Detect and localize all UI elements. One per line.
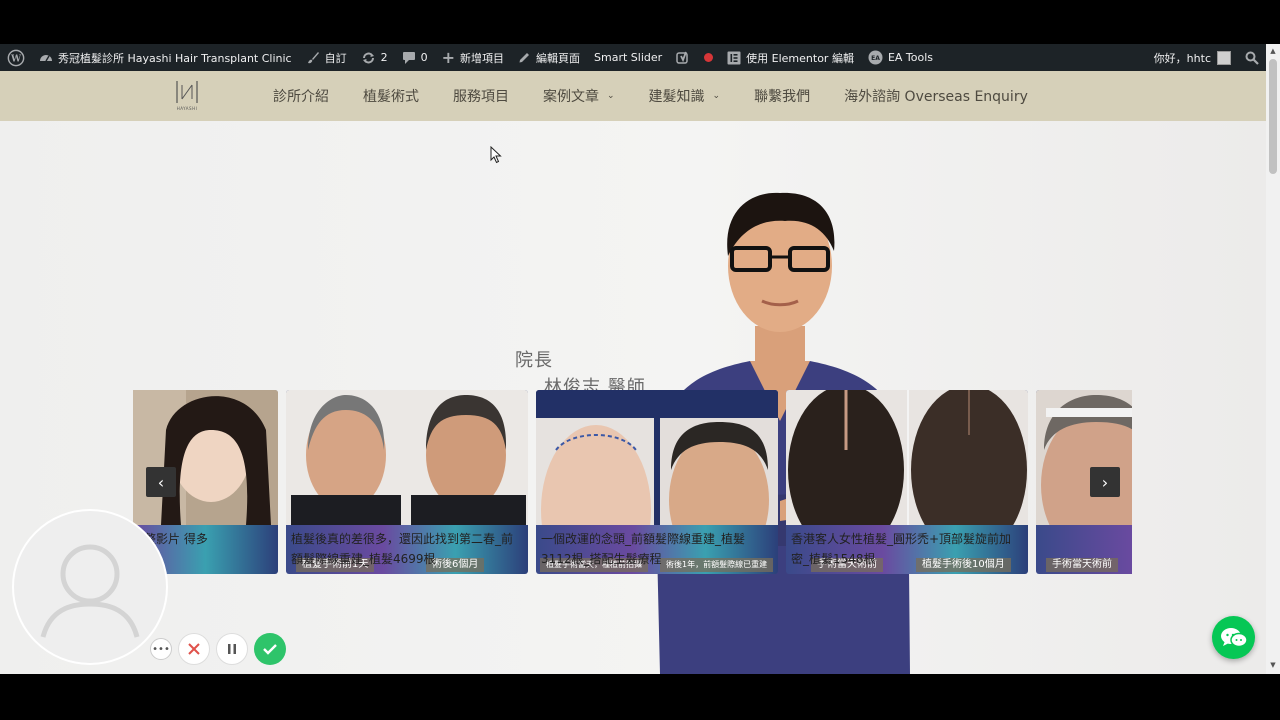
slider-prev-button[interactable]: ‹ [146,467,176,497]
logo-text: HAYASHI [176,106,198,111]
chevron-right-icon: › [1101,472,1109,492]
avatar [1217,50,1231,65]
pencil-icon [518,51,531,64]
nav-item-cases[interactable]: 案例文章 ⌄ [526,86,632,106]
yoast-seo-icon[interactable] [669,44,697,71]
nav-label: 海外諮詢 Overseas Enquiry [844,89,1028,105]
customize-link[interactable]: 自訂 [299,44,354,71]
logo-mark-icon [176,81,198,103]
nav-label: 服務項目 [453,89,509,105]
elementor-edit-link[interactable]: 使用 Elementor 編輯 [720,44,861,71]
plus-icon: + [441,48,456,67]
nav-label: 植髮術式 [363,89,419,105]
wp-admin-bar: W 秀冠植髮診所 Hayashi Hair Transplant Clinic … [0,44,1266,71]
chat-bubbles-icon [1220,627,1248,647]
pause-recording-button[interactable] [216,633,248,665]
updates-count: 2 [380,51,388,64]
svg-text:W: W [10,54,22,64]
site-header: HAYASHI 診所介紹 植髮術式 服務項目 案例文章 ⌄ 建髮知識 ⌄ 聯繫我們 … [0,71,1266,121]
case-title [1041,529,1132,571]
nav-label: 建髮知識 [648,89,705,105]
account-menu[interactable]: 你好，hhtc [1147,44,1238,71]
case-photo [1036,390,1132,525]
case-slider: 例_手術前後完整影片 得多 植髮手術前1天 術後6個月 植髮後真的差很多，還因此… [133,390,1132,575]
chevron-down-icon: ⌄ [712,91,721,101]
case-photo [536,390,778,525]
recording-controls: ••• [150,633,292,665]
comments-link[interactable]: 0 [395,44,435,71]
browser-viewport: W 秀冠植髮診所 Hayashi Hair Transplant Clinic … [0,44,1280,674]
case-card[interactable]: 手術當天術前 植髮手術後10個月 香港客人女性植髮_圓形禿+頂部髮旋前加密_植髮… [786,390,1028,574]
scroll-up-icon[interactable]: ▲ [1269,47,1277,55]
customize-label: 自訂 [324,51,347,65]
smart-slider-link[interactable]: Smart Slider [587,44,669,71]
case-photo [786,390,1028,525]
nav-label: 案例文章 [543,89,599,105]
comments-count: 0 [420,51,428,64]
cancel-recording-button[interactable] [178,633,210,665]
brush-icon [306,51,320,65]
nav-item-techniques[interactable]: 植髮術式 [346,86,436,106]
case-title: 植髮後真的差很多，還因此找到第二春_前額髮際線重建_植髮4699根 [291,532,514,566]
greeting-text: 你好，hhtc [1153,51,1211,65]
close-icon [188,643,200,655]
refresh-icon [361,51,376,65]
checkmark-icon [263,644,277,655]
slider-next-button[interactable]: › [1090,467,1120,497]
site-name: 秀冠植髮診所 Hayashi Hair Transplant Clinic [58,51,292,65]
doctor-title: 院長 [515,350,553,371]
smart-slider-label: Smart Slider [594,51,663,64]
elementor-icon [727,51,741,65]
mouse-cursor-icon [490,146,502,164]
chat-button[interactable] [1212,616,1255,659]
wordpress-logo-icon[interactable]: W [0,44,32,71]
dashboard-icon [39,51,53,65]
search-icon [1245,51,1259,65]
edit-page-label: 編輯頁面 [536,51,581,65]
case-title: 香港客人女性植髮_圓形禿+頂部髮旋前加密_植髮1548根 [791,532,1012,566]
seo-status-dot[interactable] [697,44,720,71]
nav-item-overseas[interactable]: 海外諮詢 Overseas Enquiry [827,86,1045,106]
case-card[interactable]: 植髮手術當天，種植前拍攝 術後1年，前額髮際線已重建 一個改運的念頭_前額髮際線… [536,390,778,574]
case-photo [286,390,528,525]
pause-icon [228,644,236,654]
scroll-down-icon[interactable]: ▼ [1269,661,1277,669]
ea-tools-icon: EA [868,50,883,65]
nav-item-clinic[interactable]: 診所介紹 [256,86,346,106]
status-dot-icon [704,53,714,62]
ea-tools-label: EA Tools [887,51,934,64]
new-item-link[interactable]: + 新增項目 [435,44,511,71]
elementor-edit-label: 使用 Elementor 編輯 [746,51,854,65]
comment-icon [402,51,416,65]
new-item-label: 新增項目 [460,51,505,65]
main-nav: 診所介紹 植髮術式 服務項目 案例文章 ⌄ 建髮知識 ⌄ 聯繫我們 海外諮詢 Ove… [256,71,1045,121]
chevron-down-icon: ⌄ [607,91,615,101]
user-placeholder-icon [40,544,140,638]
scroll-thumb[interactable] [1269,59,1277,174]
nav-item-services[interactable]: 服務項目 [436,86,526,106]
svg-text:EA: EA [871,55,880,62]
edit-page-link[interactable]: 編輯頁面 [511,44,587,71]
case-card[interactable]: 植髮手術前1天 術後6個月 植髮後真的差很多，還因此找到第二春_前額髮際線重建_… [286,390,528,574]
site-name-link[interactable]: 秀冠植髮診所 Hayashi Hair Transplant Clinic [32,44,299,71]
nav-item-contact[interactable]: 聯繫我們 [737,86,827,106]
ea-tools-link[interactable]: EA EA Tools [861,44,940,71]
site-logo[interactable]: HAYASHI [172,79,202,113]
nav-label: 診所介紹 [273,89,329,105]
ellipsis-icon: ••• [152,643,170,655]
updates-link[interactable]: 2 [354,44,395,71]
case-title: 一個改運的念頭_前額髮際線重建_植髮3112根_搭配生髮療程 [541,532,746,566]
admin-search-button[interactable] [1238,44,1266,71]
nav-item-knowledge[interactable]: 建髮知識 ⌄ [632,86,738,106]
case-photo [133,390,278,525]
more-options-button[interactable]: ••• [150,638,172,660]
webcam-overlay[interactable] [12,509,168,665]
chevron-left-icon: ‹ [157,472,165,492]
finish-recording-button[interactable] [254,633,286,665]
nav-label: 聯繫我們 [754,89,811,105]
page-scrollbar[interactable]: ▲ ▼ [1266,44,1280,674]
